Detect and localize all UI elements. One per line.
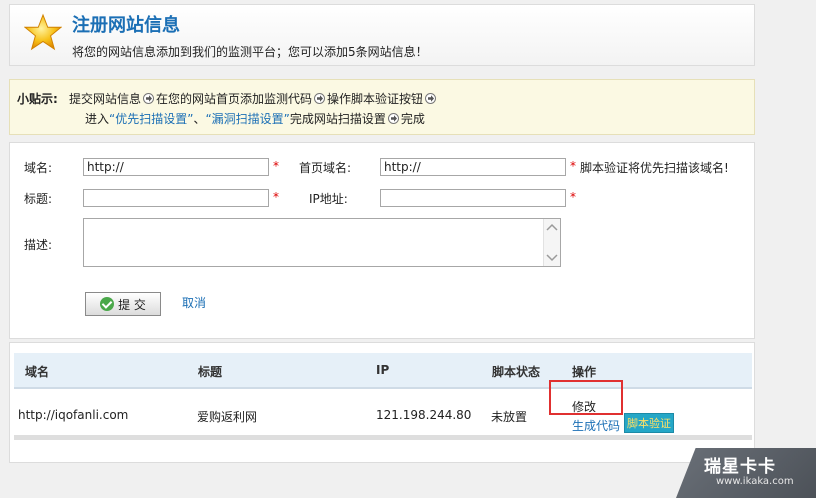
desc-textarea[interactable]	[83, 218, 561, 267]
arrow-right-icon	[314, 93, 326, 104]
tips-text: 完成网站扫描设置	[289, 112, 386, 126]
arrow-right-icon	[143, 93, 155, 104]
page-header: 注册网站信息 将您的网站信息添加到我们的监测平台；您可以添加5条网站信息！	[9, 4, 755, 66]
scroll-arrows-icon	[546, 223, 558, 262]
col-actions: 操作	[572, 365, 597, 379]
col-script-status: 脚本状态	[492, 365, 541, 379]
table-header: 域名 标题 IP 脚本状态 操作	[14, 353, 752, 389]
star-icon	[24, 13, 62, 51]
submit-label: 提 交	[118, 297, 146, 312]
tips-text: 、	[193, 112, 206, 126]
sites-table: 域名 标题 IP 脚本状态 操作 http://iqofanli.com 爱购返…	[9, 342, 755, 463]
site-form: 域名: * 首页域名: * 脚本验证将优先扫描该域名! 标题: * IP地址: …	[9, 142, 755, 339]
cancel-link[interactable]: 取消	[182, 294, 206, 311]
row-status: 未放置	[491, 410, 528, 424]
required-mark: *	[570, 190, 576, 204]
required-mark: *	[273, 190, 279, 204]
homepage-label: 首页域名:	[299, 161, 352, 175]
row-ip: 121.198.244.80	[376, 408, 472, 422]
ip-label: IP地址:	[309, 192, 348, 206]
tip-step-add-code: 在您的网站首页添加监测代码	[156, 92, 313, 106]
vuln-scan-link[interactable]: “漏洞扫描设置”	[205, 112, 289, 126]
ip-input[interactable]	[380, 189, 566, 207]
tips-text: 进入	[85, 112, 110, 126]
homepage-hint: 脚本验证将优先扫描该域名!	[580, 161, 729, 175]
col-domain: 域名	[25, 365, 50, 379]
required-mark: *	[570, 159, 576, 173]
tips-text: 完成	[400, 112, 425, 126]
generate-code-link[interactable]: 生成代码	[572, 417, 620, 434]
col-title: 标题	[198, 365, 223, 379]
watermark-url: www.ikaka.com	[716, 476, 794, 487]
arrow-right-icon	[387, 113, 399, 124]
row-title: 爱购返利网	[197, 410, 258, 424]
desc-scrollbar[interactable]	[543, 219, 560, 266]
script-verify-button[interactable]: 脚本验证	[624, 413, 674, 433]
table-footer-bar	[14, 435, 752, 440]
tips-box: 小贴示: 提交网站信息 在您的网站首页添加监测代码 操作脚本验证按钮 进入“优先扫描…	[9, 79, 755, 135]
submit-button[interactable]: 提 交	[85, 292, 161, 316]
domain-input[interactable]	[83, 158, 269, 176]
row-domain: http://iqofanli.com	[18, 408, 129, 422]
watermark-logo: 瑞星卡卡 www.ikaka.com	[676, 448, 816, 498]
title-input[interactable]	[83, 189, 269, 207]
watermark-brand: 瑞星卡卡	[704, 457, 776, 477]
tips-label: 小贴示:	[17, 92, 58, 106]
page-title: 注册网站信息	[72, 15, 180, 36]
domain-label: 域名:	[24, 161, 53, 175]
tips-line-2: 进入“优先扫描设置”、“漏洞扫描设置”完成网站扫描设置 完成	[85, 110, 425, 127]
tip-step-verify: 操作脚本验证按钮	[327, 92, 424, 106]
priority-scan-link[interactable]: “优先扫描设置”	[109, 112, 193, 126]
check-icon	[100, 297, 115, 311]
desc-label: 描述:	[24, 238, 53, 252]
highlight-box	[549, 380, 623, 415]
required-mark: *	[273, 159, 279, 173]
col-ip: IP	[376, 363, 390, 377]
tips-line-1: 提交网站信息 在您的网站首页添加监测代码 操作脚本验证按钮	[69, 90, 438, 107]
arrow-right-icon	[425, 93, 437, 104]
page-subtitle: 将您的网站信息添加到我们的监测平台；您可以添加5条网站信息！	[72, 45, 428, 59]
homepage-input[interactable]	[380, 158, 566, 176]
title-label: 标题:	[24, 192, 53, 206]
tip-step-submit: 提交网站信息	[69, 92, 142, 106]
